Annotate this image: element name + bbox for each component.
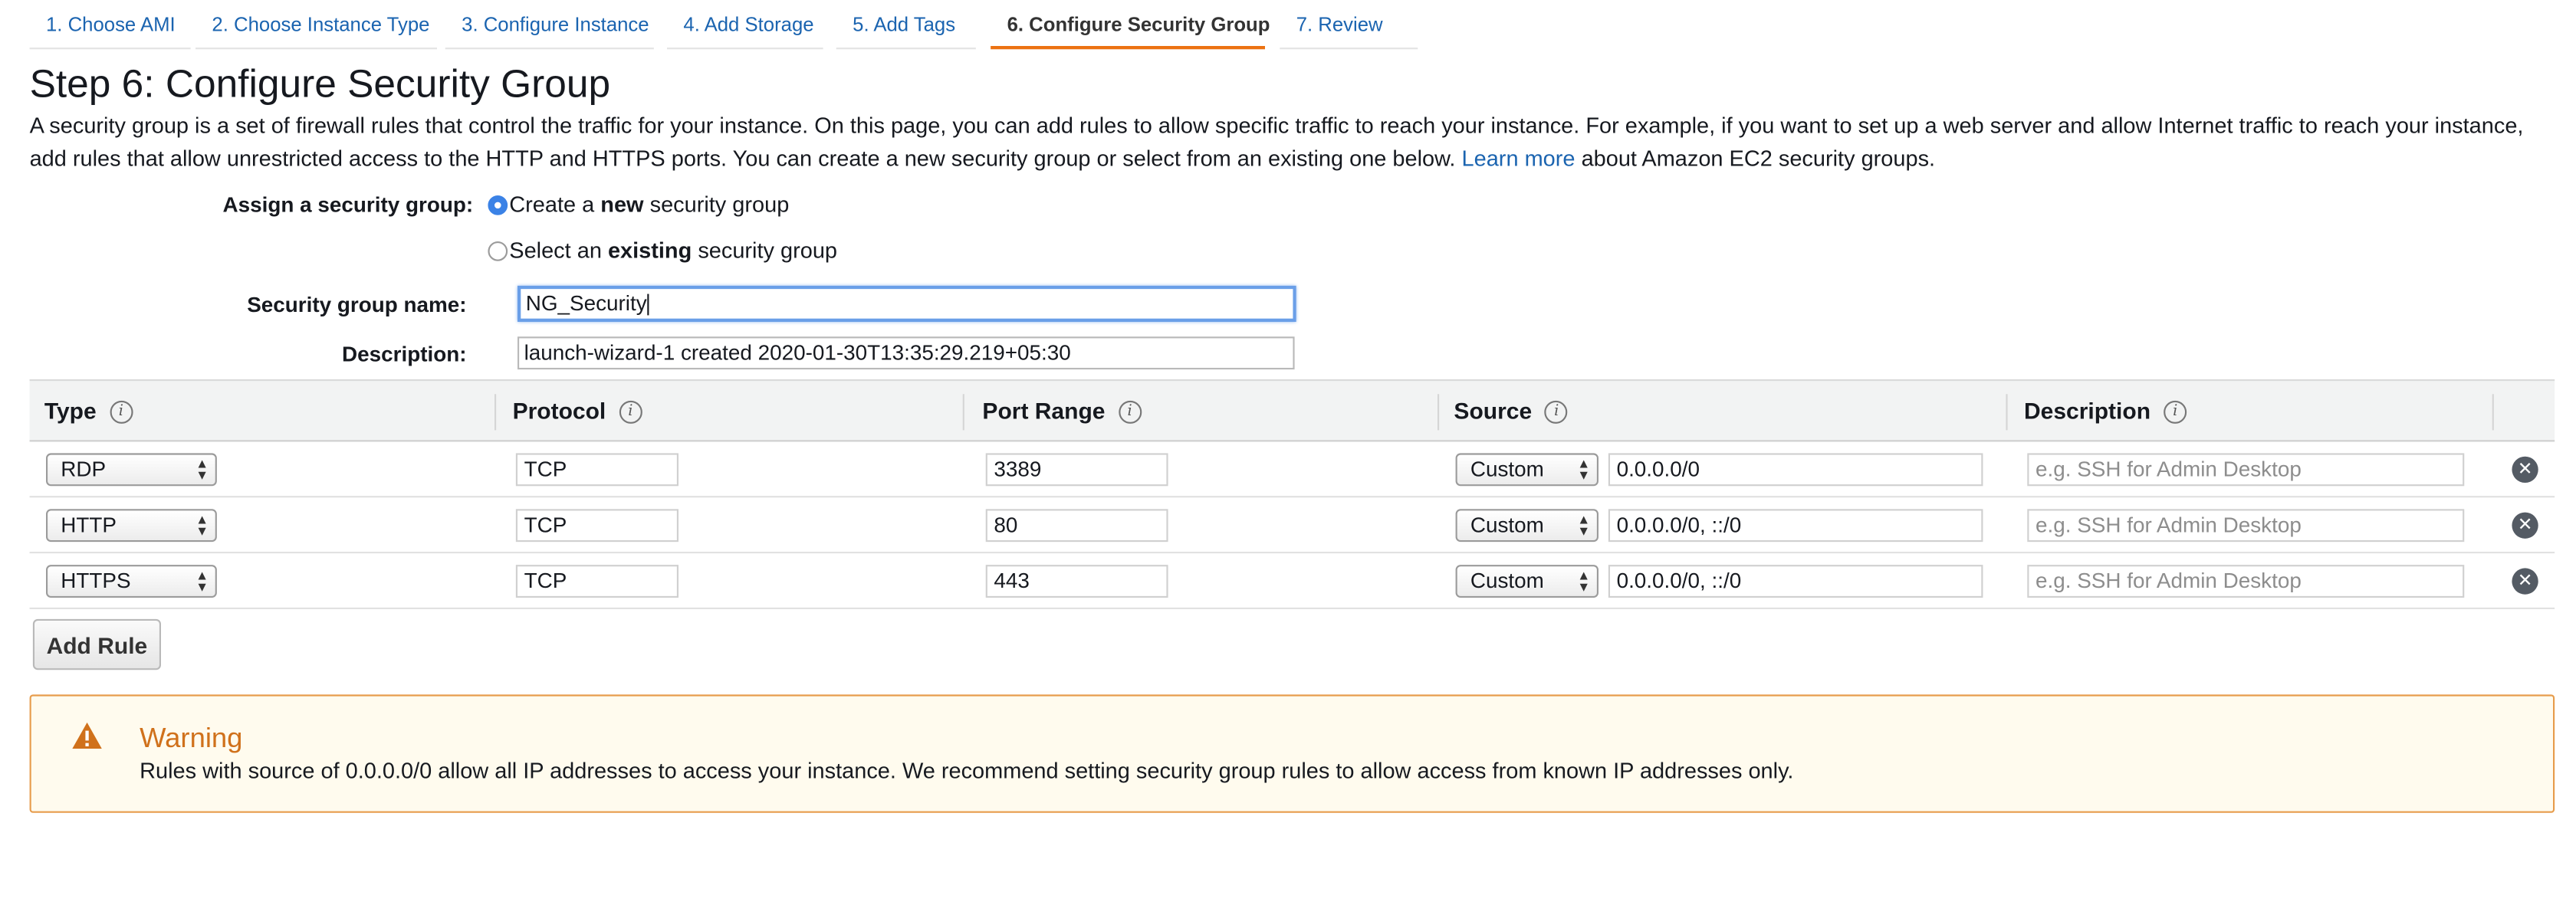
- port-range-field[interactable]: 80: [985, 509, 1168, 543]
- tab-add-tags[interactable]: 5. Add Tags: [836, 0, 976, 50]
- header-divider: [2492, 394, 2494, 431]
- source-cidr-input[interactable]: 0.0.0.0/0: [1608, 453, 1983, 487]
- option-create-new-bold: new: [600, 192, 644, 217]
- header-divider: [495, 394, 497, 431]
- protocol-field: TCP: [515, 453, 678, 487]
- port-range-field[interactable]: 3389: [985, 453, 1168, 487]
- header-description: Description i: [2024, 381, 2187, 441]
- port-range-field[interactable]: 443: [985, 565, 1168, 598]
- tab-configure-instance[interactable]: 3. Configure Instance: [445, 0, 654, 50]
- source-type-select[interactable]: Custom ▲ ▼: [1455, 453, 1598, 487]
- select-arrows-icon: ▲ ▼: [196, 456, 209, 483]
- select-arrows-icon: ▲ ▼: [196, 512, 209, 539]
- tab-configure-security-group[interactable]: 6. Configure Security Group: [991, 0, 1270, 50]
- header-protocol-label: Protocol: [512, 397, 606, 424]
- learn-more-link[interactable]: Learn more: [1462, 146, 1576, 171]
- info-icon[interactable]: i: [1545, 399, 1569, 423]
- source-type-value: Custom: [1470, 512, 1544, 537]
- rules-table: Type i Protocol i Port Range i Source i …: [29, 379, 2555, 609]
- wizard-tabs: 1. Choose AMI 2. Choose Instance Type 3.…: [0, 0, 1446, 50]
- intro-text: A security group is a set of firewall ru…: [30, 110, 2544, 176]
- source-type-value: Custom: [1470, 568, 1544, 593]
- header-type-label: Type: [44, 397, 97, 424]
- intro-body: A security group is a set of firewall ru…: [29, 113, 2524, 171]
- header-port-range-label: Port Range: [982, 397, 1106, 424]
- header-source-label: Source: [1454, 397, 1533, 424]
- tab-review[interactable]: 7. Review: [1280, 0, 1418, 50]
- remove-icon[interactable]: ✕: [2512, 512, 2538, 539]
- warning-triangle-icon: [72, 722, 102, 749]
- radio-create-new[interactable]: [488, 194, 508, 215]
- intro-tail: about Amazon EC2 security groups.: [1581, 146, 1936, 171]
- option-existing-suffix: security group: [692, 238, 838, 263]
- option-create-new-suffix: security group: [643, 192, 790, 217]
- info-icon[interactable]: i: [109, 399, 133, 423]
- security-group-name-value: NG_Security: [525, 290, 647, 316]
- header-source: Source i: [1454, 381, 1569, 441]
- option-existing-prefix: Select an: [509, 238, 608, 263]
- type-select-value: RDP: [61, 456, 107, 481]
- option-create-new[interactable]: Create a new security group: [488, 192, 789, 217]
- select-arrows-icon: ▲ ▼: [1577, 512, 1591, 539]
- warning-title: Warning: [140, 722, 243, 754]
- type-select-value: HTTP: [61, 512, 117, 537]
- source-type-select[interactable]: Custom ▲ ▼: [1455, 509, 1598, 543]
- protocol-field: TCP: [515, 565, 678, 598]
- header-description-label: Description: [2024, 397, 2151, 424]
- add-rule-button[interactable]: Add Rule: [32, 618, 161, 670]
- header-port-range: Port Range i: [982, 381, 1142, 441]
- header-type: Type i: [44, 381, 133, 441]
- info-icon[interactable]: i: [619, 399, 642, 423]
- option-create-new-prefix: Create a: [509, 192, 601, 217]
- description-input[interactable]: launch-wizard-1 created 2020-01-30T13:35…: [518, 336, 1295, 370]
- rule-description-input[interactable]: e.g. SSH for Admin Desktop: [2027, 565, 2465, 598]
- rule-description-input[interactable]: e.g. SSH for Admin Desktop: [2027, 509, 2465, 543]
- source-type-select[interactable]: Custom ▲ ▼: [1455, 565, 1598, 598]
- description-value: launch-wizard-1 created 2020-01-30T13:35…: [524, 339, 1071, 365]
- source-type-value: Custom: [1470, 456, 1544, 481]
- warning-message: Rules with source of 0.0.0.0/0 allow all…: [140, 758, 1794, 784]
- warning-alert: Warning Rules with source of 0.0.0.0/0 a…: [29, 694, 2555, 813]
- security-group-name-label: Security group name:: [247, 292, 467, 317]
- select-arrows-icon: ▲ ▼: [196, 568, 209, 595]
- table-header: Type i Protocol i Port Range i Source i …: [29, 379, 2555, 442]
- tab-choose-ami[interactable]: 1. Choose AMI: [29, 0, 191, 50]
- header-divider: [1438, 394, 1440, 431]
- header-protocol: Protocol i: [513, 381, 642, 441]
- rule-description-input[interactable]: e.g. SSH for Admin Desktop: [2027, 453, 2465, 487]
- radio-select-existing[interactable]: [488, 240, 508, 261]
- tab-add-storage[interactable]: 4. Add Storage: [667, 0, 823, 50]
- table-row: RDP ▲ ▼ TCP 3389 Custom ▲ ▼ 0.0.0.0/0 e.g.…: [29, 441, 2555, 498]
- table-row: HTTPS ▲ ▼ TCP 443 Custom ▲ ▼ 0.0.0.0/0, ::…: [29, 553, 2555, 609]
- type-select[interactable]: HTTP ▲ ▼: [46, 509, 217, 543]
- type-select-value: HTTPS: [61, 568, 131, 593]
- tab-choose-instance-type[interactable]: 2. Choose Instance Type: [195, 0, 437, 50]
- page-canvas: 1. Choose AMI 2. Choose Instance Type 3.…: [0, 0, 2576, 897]
- info-icon[interactable]: i: [1118, 399, 1142, 423]
- option-existing-bold: existing: [607, 238, 692, 263]
- source-cidr-input[interactable]: 0.0.0.0/0, ::/0: [1608, 509, 1983, 543]
- info-icon[interactable]: i: [2164, 399, 2187, 423]
- select-arrows-icon: ▲ ▼: [1577, 456, 1591, 483]
- type-select[interactable]: RDP ▲ ▼: [46, 453, 217, 487]
- type-select[interactable]: HTTPS ▲ ▼: [46, 565, 217, 598]
- protocol-field: TCP: [515, 509, 678, 543]
- table-row: HTTP ▲ ▼ TCP 80 Custom ▲ ▼ 0.0.0.0/0, ::/0…: [29, 497, 2555, 554]
- header-divider: [962, 394, 964, 431]
- assign-label: Assign a security group:: [222, 192, 474, 217]
- description-label: Description:: [342, 341, 467, 366]
- option-select-existing[interactable]: Select an existing security group: [488, 238, 837, 263]
- security-group-name-input[interactable]: NG_Security: [518, 285, 1296, 322]
- page-title: Step 6: Configure Security Group: [29, 62, 611, 107]
- remove-icon[interactable]: ✕: [2512, 456, 2538, 483]
- remove-icon[interactable]: ✕: [2512, 568, 2538, 595]
- header-divider: [2006, 394, 2008, 431]
- select-arrows-icon: ▲ ▼: [1577, 568, 1591, 595]
- source-cidr-input[interactable]: 0.0.0.0/0, ::/0: [1608, 565, 1983, 598]
